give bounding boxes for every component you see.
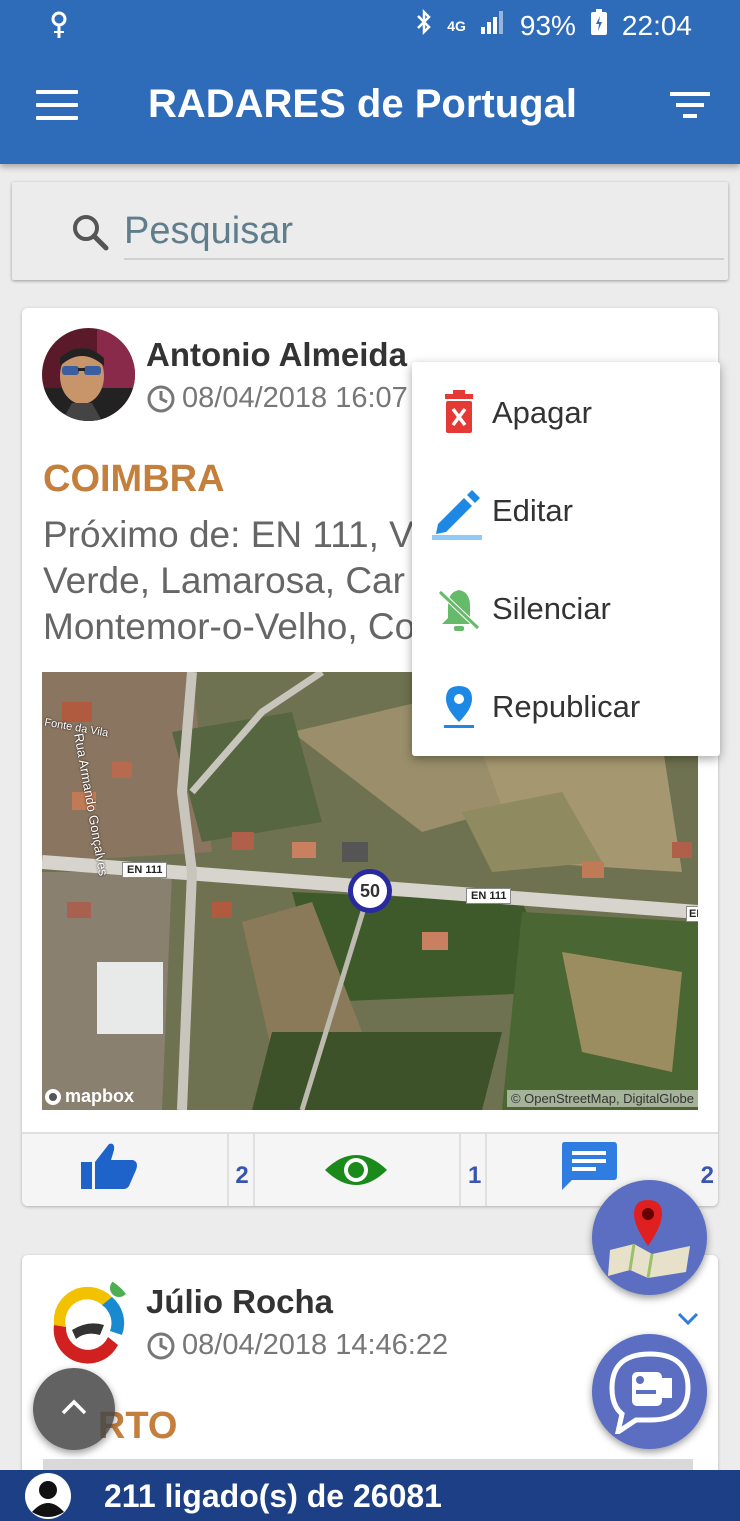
- speed-camera-icon: [606, 1350, 694, 1439]
- menu-item-label: Apagar: [492, 395, 592, 430]
- menu-item-label: Silenciar: [492, 591, 611, 626]
- timestamp-text: 08/04/2018 16:07: [182, 382, 408, 414]
- report-radar-button[interactable]: [592, 1334, 707, 1449]
- comment-icon: [561, 1142, 617, 1190]
- bell-off-icon: [436, 586, 482, 632]
- clock-icon: [146, 384, 176, 414]
- search-input[interactable]: [124, 204, 724, 260]
- views-count: 1: [467, 1162, 482, 1189]
- mapbox-logo: mapbox: [44, 1086, 134, 1107]
- user-icon: [24, 1472, 72, 1520]
- map-view-button[interactable]: [592, 1180, 707, 1295]
- app-title: RADARES de Portugal: [148, 82, 577, 126]
- avatar[interactable]: [42, 1275, 135, 1368]
- online-indicator: [108, 1277, 130, 1299]
- menu-icon[interactable]: [36, 90, 78, 120]
- location-pin-icon: [436, 684, 482, 730]
- thumbs-up-icon: [81, 1143, 138, 1189]
- battery-icon: [590, 8, 608, 43]
- like-button[interactable]: 2: [22, 1134, 255, 1206]
- menu-item-edit[interactable]: Editar: [412, 462, 720, 560]
- chevron-up-icon: [60, 1398, 88, 1421]
- post-timestamp: 08/04/2018 16:07: [146, 382, 408, 415]
- post-timestamp: 08/04/2018 14:46:22: [146, 1329, 448, 1362]
- online-users-bar: 211 ligado(s) de 26081: [0, 1470, 740, 1521]
- avatar[interactable]: [42, 328, 135, 421]
- clock-time: 22:04: [621, 9, 692, 41]
- bluetooth-icon: [415, 8, 433, 43]
- like-count: 2: [235, 1162, 249, 1189]
- menu-item-delete[interactable]: Apagar: [412, 364, 720, 462]
- scroll-to-top-button[interactable]: [33, 1368, 115, 1450]
- post-author: Júlio Rocha: [146, 1283, 334, 1320]
- location-icon: [48, 10, 70, 47]
- edit-icon: [430, 488, 486, 540]
- speed-camera-marker[interactable]: 50: [348, 869, 392, 913]
- network-type: 4G: [447, 17, 466, 34]
- menu-item-republish[interactable]: Republicar: [412, 658, 720, 756]
- speed-limit: 50: [359, 880, 381, 901]
- post-options-menu: Apagar Editar Silenciar Republicar: [412, 362, 720, 756]
- menu-item-mute[interactable]: Silenciar: [412, 560, 720, 658]
- road-label: EN: [686, 906, 698, 922]
- menu-item-label: Republicar: [492, 689, 641, 724]
- status-bar: 4G 93% 22:04: [0, 0, 740, 52]
- map-provider: mapbox: [65, 1086, 135, 1106]
- delete-icon: [436, 390, 482, 436]
- clock-icon: [146, 1331, 176, 1361]
- road-label: EN 111: [466, 888, 512, 904]
- map-pin-icon: [608, 1198, 692, 1283]
- search-bar: [12, 182, 728, 280]
- signal-icon: [480, 9, 506, 42]
- chevron-down-icon[interactable]: [676, 1311, 700, 1327]
- views-button[interactable]: 1: [255, 1134, 488, 1206]
- filter-icon[interactable]: [670, 92, 710, 120]
- timestamp-text: 08/04/2018 14:46:22: [182, 1329, 449, 1361]
- menu-item-label: Editar: [492, 493, 573, 528]
- eye-icon: [325, 1155, 387, 1185]
- post-city: COIMBRA: [43, 458, 225, 500]
- online-count-text: 211 ligado(s) de 26081: [104, 1478, 442, 1514]
- map-attribution[interactable]: © OpenStreetMap, DigitalGlobe: [506, 1090, 698, 1107]
- post-author: Antonio Almeida: [146, 336, 407, 373]
- app-bar: 4G 93% 22:04 RADARES de Portugal: [0, 0, 740, 164]
- battery-level: 93%: [519, 9, 576, 41]
- road-label: EN 111: [122, 862, 168, 878]
- search-icon: [70, 212, 110, 252]
- comments-count: 2: [700, 1162, 715, 1189]
- toolbar: RADARES de Portugal: [0, 52, 740, 164]
